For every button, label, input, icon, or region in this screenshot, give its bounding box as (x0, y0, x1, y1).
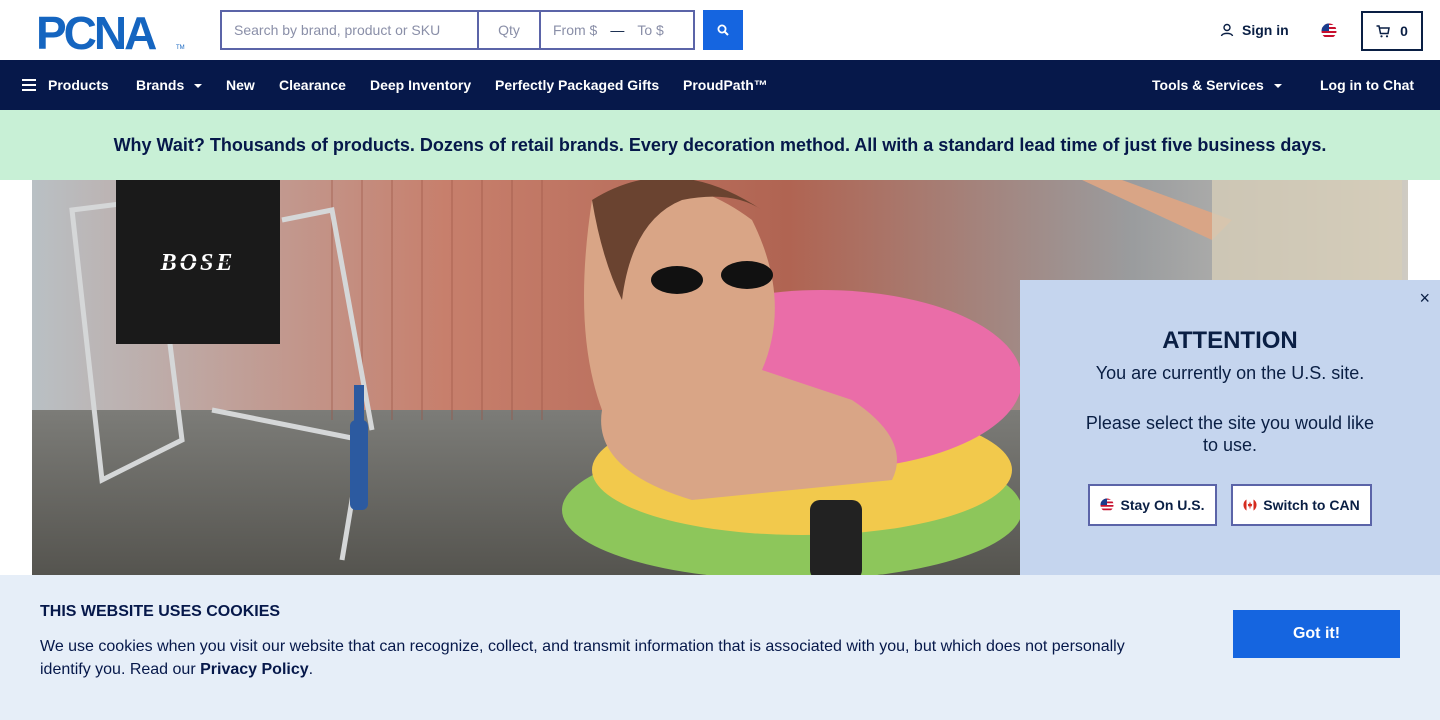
nav-tools-label: Tools & Services (1152, 77, 1264, 93)
canada-flag-icon (1243, 498, 1257, 512)
promo-text: Why Wait? Thousands of products. Dozens … (113, 134, 1327, 155)
price-to-input[interactable]: To $ (637, 22, 663, 38)
nav-brands-label: Brands (136, 77, 185, 93)
nav-brands[interactable]: Brands (136, 60, 203, 110)
nav-chat-label: Log in to Chat (1320, 77, 1415, 93)
modal-title: ATTENTION (1162, 327, 1298, 354)
main-nav: Products Brands New Clearance Deep Inven… (0, 60, 1440, 110)
menu-icon (22, 79, 36, 91)
cookie-end-punct: . (308, 661, 314, 678)
svg-text:PCNA: PCNA (36, 11, 156, 51)
nav-products[interactable]: Products (22, 60, 109, 110)
svg-text:TM: TM (176, 45, 185, 51)
cart-icon (1376, 24, 1390, 37)
modal-select-text: Please select the site you would like to… (1085, 413, 1375, 455)
cookie-banner: THIS WEBSITE USES COOKIES We use cookies… (0, 575, 1440, 720)
switch-can-button[interactable]: Switch to CAN (1231, 484, 1372, 526)
nav-deep-inventory[interactable]: Deep Inventory (370, 60, 471, 110)
us-flag-icon[interactable] (1321, 23, 1337, 39)
range-separator: — (610, 22, 625, 38)
nav-deep-inventory-label: Deep Inventory (370, 77, 472, 93)
privacy-policy-link[interactable]: Privacy Policy (200, 661, 309, 678)
modal-current-site-text: You are currently on the U.S. site. (1095, 363, 1365, 383)
promo-banner: Why Wait? Thousands of products. Dozens … (0, 110, 1440, 180)
nav-chat-login[interactable]: Log in to Chat (1320, 60, 1414, 110)
price-from-input[interactable]: From $ (553, 22, 597, 38)
sign-in-link[interactable]: Sign in (1220, 22, 1289, 38)
quantity-input[interactable]: Qty (478, 10, 540, 50)
cart-count: 0 (1400, 23, 1408, 39)
cookie-accept-label: Got it! (1292, 625, 1341, 642)
cart-button[interactable]: 0 (1361, 11, 1423, 51)
stay-us-button[interactable]: Stay On U.S. (1088, 484, 1217, 526)
nav-clearance[interactable]: Clearance (279, 60, 346, 110)
search-button[interactable] (703, 10, 743, 50)
bose-logo: BOSE (116, 180, 280, 344)
nav-gifts-label: Perfectly Packaged Gifts (495, 77, 660, 93)
site-header: PCNA TM Search by brand, product or SKU … (0, 0, 1440, 60)
nav-new[interactable]: New (226, 60, 255, 110)
nav-clearance-label: Clearance (279, 77, 346, 93)
stay-us-label: Stay On U.S. (1120, 497, 1205, 513)
nav-gifts[interactable]: Perfectly Packaged Gifts (495, 60, 659, 110)
nav-products-label: Products (48, 77, 109, 93)
search-input[interactable]: Search by brand, product or SKU (220, 10, 478, 50)
search-bar: Search by brand, product or SKU Qty From… (220, 10, 695, 50)
sign-in-label: Sign in (1242, 22, 1289, 38)
user-icon (1220, 23, 1234, 37)
nav-proudpath-label: ProudPath™ (683, 77, 768, 93)
cookie-accept-button[interactable]: Got it! (1233, 610, 1400, 658)
us-flag-icon (1100, 498, 1115, 512)
cookie-message: We use cookies when you visit our websit… (40, 635, 1150, 681)
nav-new-label: New (226, 77, 255, 93)
cookie-title: THIS WEBSITE USES COOKIES (40, 603, 281, 620)
search-icon (717, 24, 729, 36)
close-icon[interactable]: × (1419, 288, 1430, 309)
pcna-logo[interactable]: PCNA TM (36, 7, 186, 59)
nav-proudpath[interactable]: ProudPath™ (683, 60, 768, 110)
chevron-down-icon (1273, 84, 1282, 88)
site-select-modal: × ATTENTION You are currently on the U.S… (1020, 280, 1440, 575)
chevron-down-icon (194, 84, 203, 88)
switch-can-label: Switch to CAN (1263, 497, 1360, 513)
nav-tools-services[interactable]: Tools & Services (1152, 60, 1282, 110)
price-range: From $ — To $ (540, 10, 695, 50)
